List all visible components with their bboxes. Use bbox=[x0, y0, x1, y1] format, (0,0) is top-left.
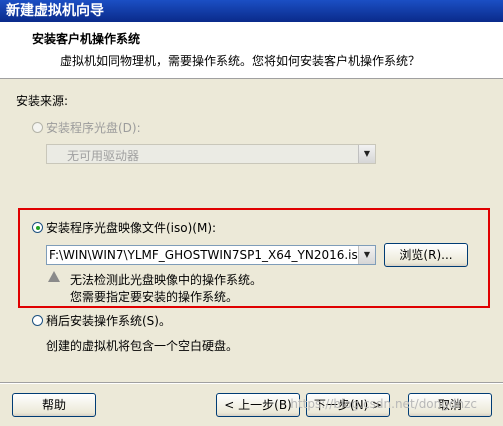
header-title: 安装客户机操作系统 bbox=[32, 32, 141, 46]
chevron-down-icon: ▼ bbox=[358, 145, 375, 163]
later-radio[interactable] bbox=[32, 315, 43, 326]
title-bar: 新建虚拟机向导 bbox=[0, 0, 503, 22]
disc-radio[interactable] bbox=[32, 122, 43, 133]
disc-option-label: 安装程序光盘(D): bbox=[46, 121, 141, 135]
later-note: 创建的虚拟机将包含一个空白硬盘。 bbox=[46, 339, 239, 353]
browse-button[interactable]: 浏览(R)... bbox=[384, 243, 468, 267]
warning-icon bbox=[48, 271, 60, 282]
footer-separator bbox=[0, 382, 503, 384]
iso-option-label: 安装程序光盘映像文件(iso)(M): bbox=[46, 221, 217, 235]
iso-path-value: F:\WIN\WIN7\YLMF_GHOSTWIN7SP1_X64_YN2016… bbox=[49, 248, 366, 262]
chevron-down-icon: ▼ bbox=[358, 246, 375, 264]
iso-radio[interactable] bbox=[32, 222, 43, 233]
wizard-header: 安装客户机操作系统 虚拟机如同物理机，需要操作系统。您将如何安装客户机操作系统？ bbox=[0, 22, 503, 79]
install-source-label: 安装来源: bbox=[16, 94, 69, 108]
back-button[interactable]: < 上一步(B) bbox=[216, 393, 300, 417]
watermark: https://blog.csdn.net/dongdhzc bbox=[290, 397, 477, 411]
header-subtitle: 虚拟机如同物理机，需要操作系统。您将如何安装客户机操作系统？ bbox=[60, 54, 421, 68]
warning-line-1: 无法检测此光盘映像中的操作系统。 bbox=[70, 273, 263, 287]
window-title: 新建虚拟机向导 bbox=[6, 3, 104, 19]
warning-line-2: 您需要指定要安装的操作系统。 bbox=[70, 290, 239, 304]
later-option-label: 稍后安装操作系统(S)。 bbox=[46, 314, 171, 328]
drive-select[interactable]: 无可用驱动器 ▼ bbox=[46, 144, 376, 164]
iso-path-input[interactable]: F:\WIN\WIN7\YLMF_GHOSTWIN7SP1_X64_YN2016… bbox=[46, 245, 376, 265]
help-button[interactable]: 帮助 bbox=[12, 393, 96, 417]
drive-select-value: 无可用驱动器 bbox=[67, 149, 140, 163]
